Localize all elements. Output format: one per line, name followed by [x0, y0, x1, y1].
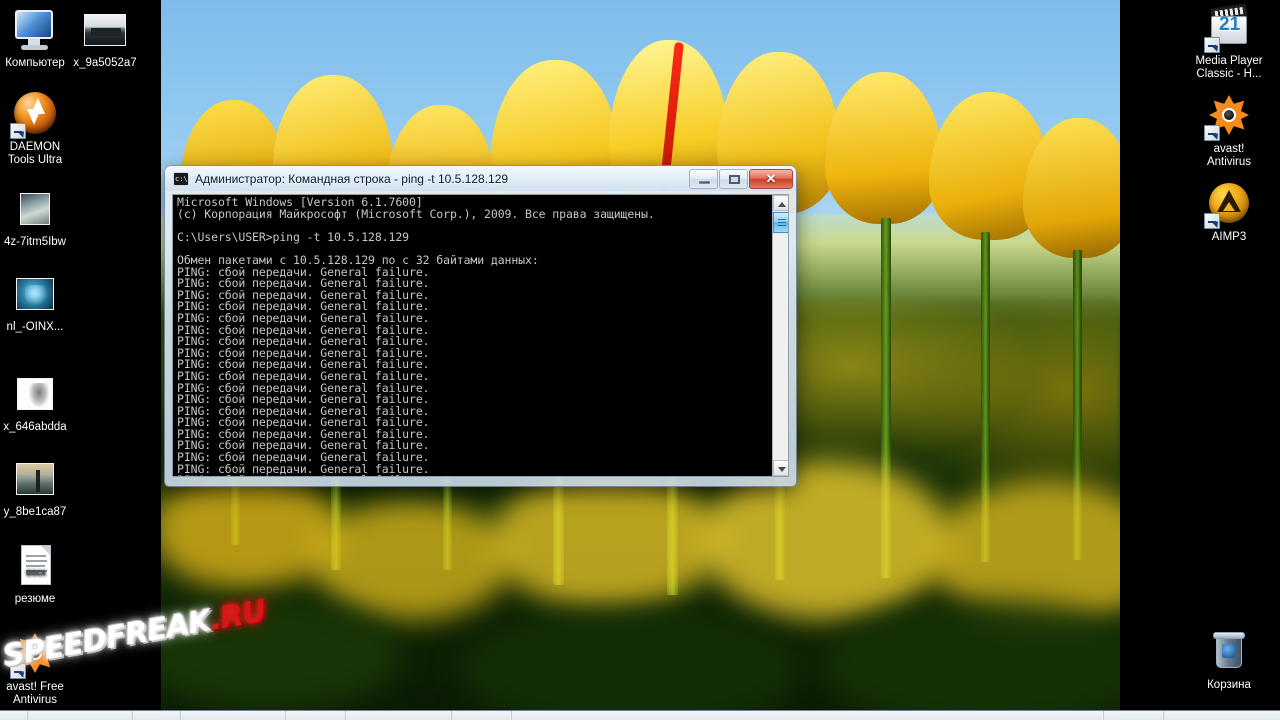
- computer-icon: [11, 6, 59, 54]
- desktop-icon-avast-antivirus[interactable]: avast! Antivirus: [1186, 92, 1272, 169]
- desktop-icon-label: avast! Antivirus: [1206, 143, 1252, 168]
- taskbar-item[interactable]: [286, 711, 346, 720]
- aimp3-icon: [1204, 180, 1253, 229]
- scrollbar-thumb[interactable]: [773, 212, 788, 233]
- desktop-icon-resume[interactable]: DOCX резюме: [0, 542, 78, 606]
- shortcut-arrow-icon: [1204, 213, 1220, 229]
- window-titlebar[interactable]: Администратор: Командная строка - ping -…: [165, 166, 796, 191]
- desktop-icon-nl-oinx[interactable]: nl_-OINX...: [0, 270, 78, 334]
- taskbar-start-button[interactable]: [0, 711, 28, 720]
- media-player-classic-icon: 21: [1204, 3, 1253, 53]
- taskbar-notification-area[interactable]: [1104, 711, 1164, 720]
- taskbar-item[interactable]: [28, 711, 133, 720]
- desktop-icon-label: DAEMON Tools Ultra: [7, 141, 63, 166]
- maximize-button[interactable]: [719, 168, 748, 189]
- desktop-icon-recycle-bin[interactable]: Корзина: [1186, 628, 1272, 692]
- desktop-icon-label: x_9a5052a7: [73, 57, 137, 69]
- taskbar-empty-area[interactable]: [512, 711, 1104, 720]
- console-scrollbar[interactable]: [772, 195, 788, 476]
- desktop-icon-label: x_646abdda: [3, 421, 67, 433]
- desktop-icon-label: Media Player Classic - H...: [1195, 55, 1263, 80]
- scroll-up-button[interactable]: [773, 195, 788, 211]
- desktop-screen: Компьютер x_9a5052a7 DAEMON Tools Ultra …: [0, 0, 1280, 720]
- scroll-down-button[interactable]: [773, 460, 788, 476]
- photo-thumbnail-hand-icon: [11, 185, 59, 233]
- command-prompt-window[interactable]: Администратор: Командная строка - ping -…: [165, 166, 796, 486]
- console-body[interactable]: Microsoft Windows [Version 6.1.7600] (c)…: [172, 194, 789, 477]
- close-button[interactable]: ✕: [749, 168, 793, 189]
- recycle-bin-icon: [1205, 628, 1253, 676]
- taskbar-item[interactable]: [181, 711, 286, 720]
- photo-thumbnail-ship-icon: [81, 6, 129, 54]
- tulip-blur: [311, 500, 511, 620]
- desktop-icon-y_8be1ca87[interactable]: y_8be1ca87: [0, 455, 78, 519]
- taskbar-item[interactable]: [133, 711, 181, 720]
- window-controls: ✕: [688, 168, 796, 189]
- taskbar-item[interactable]: [346, 711, 452, 720]
- minimize-button[interactable]: [689, 168, 718, 189]
- taskbar[interactable]: [0, 710, 1280, 720]
- desktop-icon-label: y_8be1ca87: [3, 506, 67, 518]
- desktop-icon-label: Корзина: [1207, 679, 1251, 691]
- desktop-icon-label: 4z-7itm5Ibw: [4, 236, 66, 248]
- mpc-badge-number: 21: [1219, 14, 1241, 35]
- photo-thumbnail-blue-icon: [11, 270, 59, 318]
- tulip-blur: [491, 470, 721, 610]
- console-output[interactable]: Microsoft Windows [Version 6.1.7600] (c)…: [173, 195, 772, 476]
- console-icon: [173, 171, 189, 186]
- photo-thumbnail-beach-icon: [11, 455, 59, 503]
- desktop-icon-media-player-classic[interactable]: 21 Media Player Classic - H...: [1186, 3, 1272, 81]
- photo-thumbnail-sketch-icon: [11, 370, 59, 418]
- desktop-icon-label: резюме: [14, 593, 56, 605]
- docx-document-icon: DOCX: [11, 542, 59, 590]
- shortcut-arrow-icon: [1204, 125, 1220, 141]
- close-icon: ✕: [765, 170, 777, 186]
- shortcut-arrow-icon: [10, 123, 26, 139]
- shortcut-arrow-icon: [1204, 37, 1220, 53]
- desktop-icon-x_646abdda[interactable]: x_646abdda: [0, 370, 78, 434]
- desktop-icon-x_9a5052a7[interactable]: x_9a5052a7: [62, 6, 148, 70]
- desktop-icon-label: nl_-OINX...: [6, 321, 64, 333]
- desktop-icon-label: AIMP3: [1211, 231, 1247, 243]
- taskbar-item[interactable]: [452, 711, 512, 720]
- avast-icon: [1204, 92, 1253, 141]
- desktop-icon-aimp3[interactable]: AIMP3: [1186, 180, 1272, 244]
- watermark-text: SPEEDFREAK: [0, 603, 214, 675]
- window-title: Администратор: Командная строка - ping -…: [195, 171, 509, 186]
- desktop-icon-daemon-tools[interactable]: DAEMON Tools Ultra: [0, 90, 78, 167]
- desktop-icon-4z-7itm5ibw[interactable]: 4z-7itm5Ibw: [0, 185, 78, 249]
- daemon-tools-icon: [10, 90, 59, 139]
